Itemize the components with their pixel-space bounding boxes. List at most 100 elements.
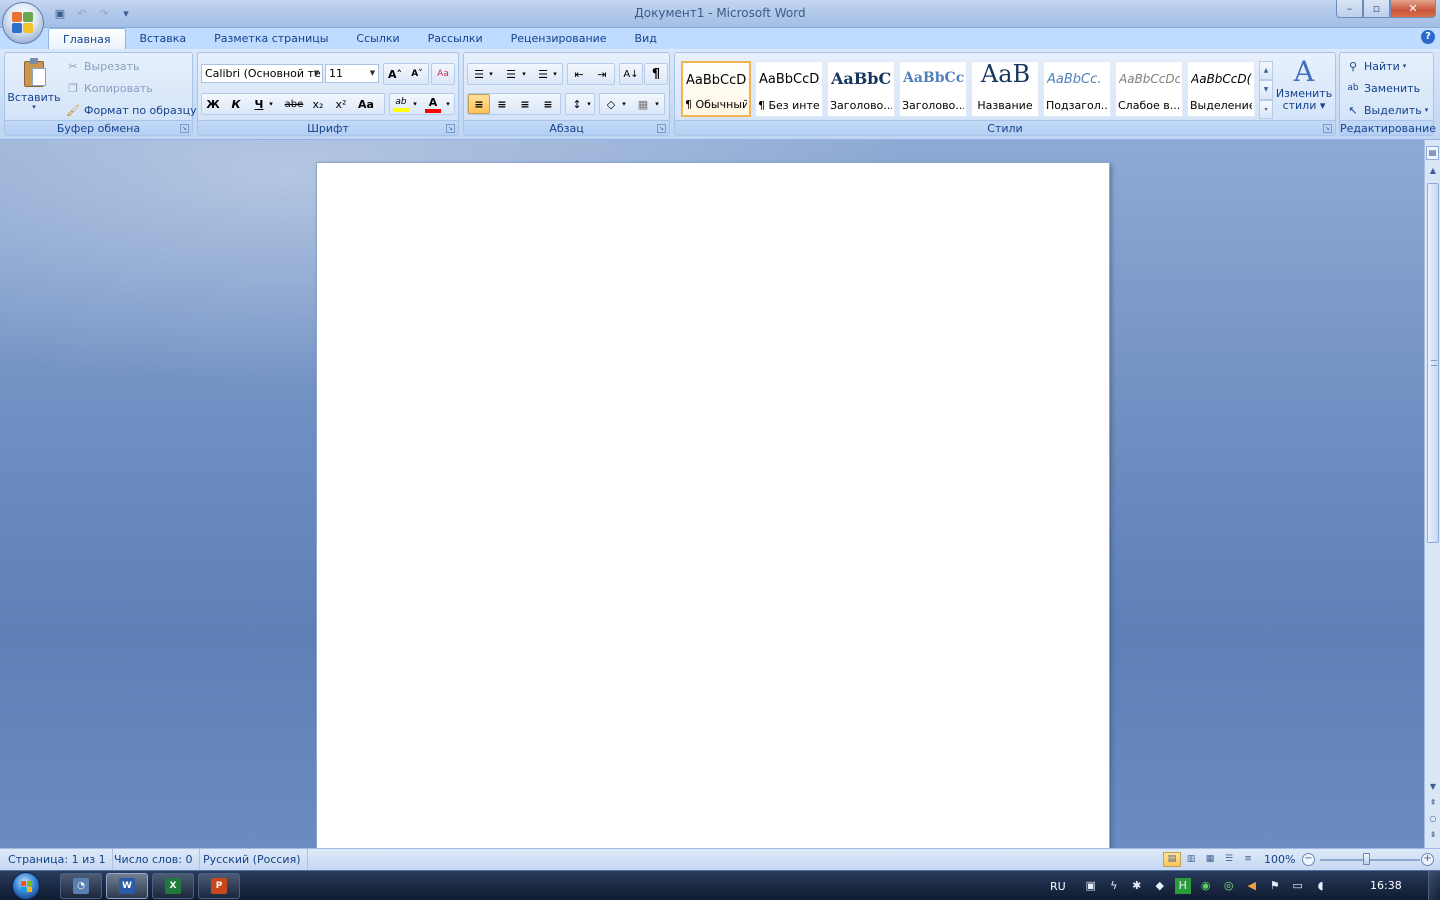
grow-font-button[interactable]: A˄ [384, 64, 406, 84]
print-layout-icon[interactable]: ▤ [1163, 852, 1181, 867]
align-right-button[interactable]: ≡ [514, 94, 536, 114]
bluetooth-icon[interactable]: ✱ [1129, 878, 1145, 894]
find-button[interactable]: ⚲ Найти ▾ [1345, 58, 1406, 74]
style-heading-1[interactable]: AaBbC( Заголово... [827, 61, 895, 117]
multilevel-dropdown-icon[interactable]: ▾ [550, 64, 560, 84]
paragraph-launcher-icon[interactable]: ↘ [657, 124, 666, 133]
italic-button[interactable]: К [225, 94, 247, 114]
scroll-thumb[interactable] [1427, 183, 1439, 543]
document-page[interactable] [316, 162, 1110, 848]
ruler-toggle-icon[interactable]: ▤ [1426, 146, 1439, 160]
select-button[interactable]: ↖ Выделить ▾ [1345, 102, 1428, 118]
clear-formatting-button[interactable]: Aa [432, 64, 454, 84]
zoom-slider-track[interactable] [1320, 859, 1420, 861]
tab-mailings[interactable]: Рассылки [414, 28, 497, 49]
vertical-scrollbar[interactable]: ▤ ▲ ▼ ⇞ ○ ⇟ [1424, 140, 1440, 848]
full-screen-reading-icon[interactable]: ▥ [1182, 852, 1200, 867]
font-launcher-icon[interactable]: ↘ [446, 124, 455, 133]
maximize-button[interactable]: ▫ [1363, 0, 1390, 18]
tab-references[interactable]: Ссылки [342, 28, 413, 49]
font-name-combo[interactable]: Calibri (Основной те ▼ [201, 64, 323, 83]
font-color-button[interactable]: A [422, 94, 444, 114]
select-browse-object-icon[interactable]: ○ [1426, 812, 1440, 826]
zoom-in-icon[interactable]: + [1421, 853, 1434, 866]
highlight-button[interactable]: ab [390, 94, 412, 114]
style-title[interactable]: AaB Название [971, 61, 1039, 117]
bullets-dropdown-icon[interactable]: ▾ [486, 64, 496, 84]
start-button[interactable] [6, 871, 46, 900]
scroll-down-icon[interactable]: ▼ [1426, 780, 1440, 794]
decrease-indent-button[interactable]: ⇤ [568, 64, 590, 84]
cut-button[interactable]: ✂ Вырезать [65, 58, 139, 74]
shading-dropdown-icon[interactable]: ▾ [619, 94, 629, 114]
taskbar-powerpoint[interactable]: P [198, 873, 240, 899]
style-emphasis[interactable]: AaBbCcD( Выделение [1187, 61, 1255, 117]
clipboard-launcher-icon[interactable]: ↘ [180, 124, 189, 133]
style-subtle-emphasis[interactable]: AaBbCcDc Слабое в... [1115, 61, 1183, 117]
tray-green-h-icon[interactable]: H [1174, 878, 1191, 894]
taskbar-excel[interactable]: X [152, 873, 194, 899]
zoom-out-icon[interactable]: − [1302, 853, 1315, 866]
style-heading-2[interactable]: AaBbCc Заголово... [899, 61, 967, 117]
styles-launcher-icon[interactable]: ↘ [1323, 124, 1332, 133]
replace-button[interactable]: ab Заменить [1345, 80, 1420, 96]
messenger-icon[interactable]: ◆ [1152, 878, 1168, 894]
outline-icon[interactable]: ☰ [1220, 852, 1238, 867]
subscript-button[interactable]: x₂ [307, 94, 329, 114]
underline-dropdown-icon[interactable]: ▾ [266, 94, 276, 114]
status-language[interactable]: Русский (Россия) [197, 849, 308, 870]
office-button[interactable] [2, 2, 44, 44]
change-case-button[interactable]: Aa [355, 94, 377, 114]
volume-icon[interactable]: ◖ [1313, 878, 1329, 894]
zoom-level[interactable]: 100% [1264, 849, 1295, 870]
increase-indent-button[interactable]: ⇥ [591, 64, 613, 84]
change-styles-button[interactable]: A Изменить стили ▾ [1275, 57, 1333, 119]
tab-home[interactable]: Главная [48, 28, 126, 49]
gallery-down-icon[interactable]: ▼ [1259, 80, 1273, 100]
web-layout-icon[interactable]: ▦ [1201, 852, 1219, 867]
network-icon[interactable]: ▭ [1290, 878, 1306, 894]
tray-green-circle-icon[interactable]: ◉ [1198, 878, 1214, 894]
tab-review[interactable]: Рецензирование [497, 28, 621, 49]
line-spacing-dropdown-icon[interactable]: ▾ [584, 94, 594, 114]
bold-button[interactable]: Ж [202, 94, 224, 114]
paste-button[interactable]: Вставить ▾ [7, 55, 61, 119]
font-size-combo[interactable]: 11 ▼ [325, 64, 379, 83]
action-center-flag-icon[interactable]: ⚑ [1267, 878, 1283, 894]
justify-button[interactable]: ≡ [537, 94, 559, 114]
taskbar-word[interactable]: W [106, 873, 148, 899]
align-left-button[interactable]: ≡ [468, 94, 490, 114]
align-center-button[interactable]: ≡ [491, 94, 513, 114]
borders-dropdown-icon[interactable]: ▾ [652, 94, 662, 114]
style-subtitle[interactable]: AaBbCc. Подзагол... [1043, 61, 1111, 117]
language-indicator[interactable]: RU [1050, 880, 1066, 893]
sort-button[interactable]: A↓ [620, 64, 642, 84]
tray-green-arrow-icon[interactable]: ◎ [1221, 878, 1237, 894]
show-marks-button[interactable]: ¶ [645, 64, 667, 84]
tray-app-icon[interactable]: ▣ [1083, 878, 1099, 894]
next-page-icon[interactable]: ⇟ [1426, 828, 1440, 842]
status-word-count[interactable]: Число слов: 0 [108, 849, 200, 870]
lightning-icon[interactable]: ϟ [1106, 878, 1122, 894]
style-normal[interactable]: AaBbCcDc ¶ Обычный [681, 61, 751, 117]
tab-insert[interactable]: Вставка [126, 28, 201, 49]
borders-button[interactable]: ▦ [632, 94, 654, 114]
shrink-font-button[interactable]: A˅ [406, 64, 428, 84]
highlight-dropdown-icon[interactable]: ▾ [410, 94, 420, 114]
gallery-more-icon[interactable]: ▾ [1259, 99, 1273, 119]
copy-button[interactable]: ❐ Копировать [65, 80, 153, 96]
close-button[interactable]: ✕ [1390, 0, 1436, 18]
numbering-dropdown-icon[interactable]: ▾ [519, 64, 529, 84]
minimize-button[interactable]: – [1336, 0, 1363, 18]
tab-page-layout[interactable]: Разметка страницы [200, 28, 342, 49]
superscript-button[interactable]: x² [330, 94, 352, 114]
taskbar-explorer[interactable]: ◔ [60, 873, 102, 899]
format-painter-button[interactable]: 🖌 Формат по образцу [65, 102, 197, 118]
clock[interactable]: 16:38 [1370, 871, 1402, 900]
zoom-slider-thumb[interactable] [1363, 853, 1370, 865]
help-icon[interactable]: ? [1421, 30, 1435, 44]
status-page[interactable]: Страница: 1 из 1 [2, 849, 113, 870]
scroll-up-icon[interactable]: ▲ [1426, 164, 1440, 178]
tray-orange-icon[interactable]: ◀ [1244, 878, 1260, 894]
style-no-spacing[interactable]: AaBbCcDc ¶ Без инте... [755, 61, 823, 117]
